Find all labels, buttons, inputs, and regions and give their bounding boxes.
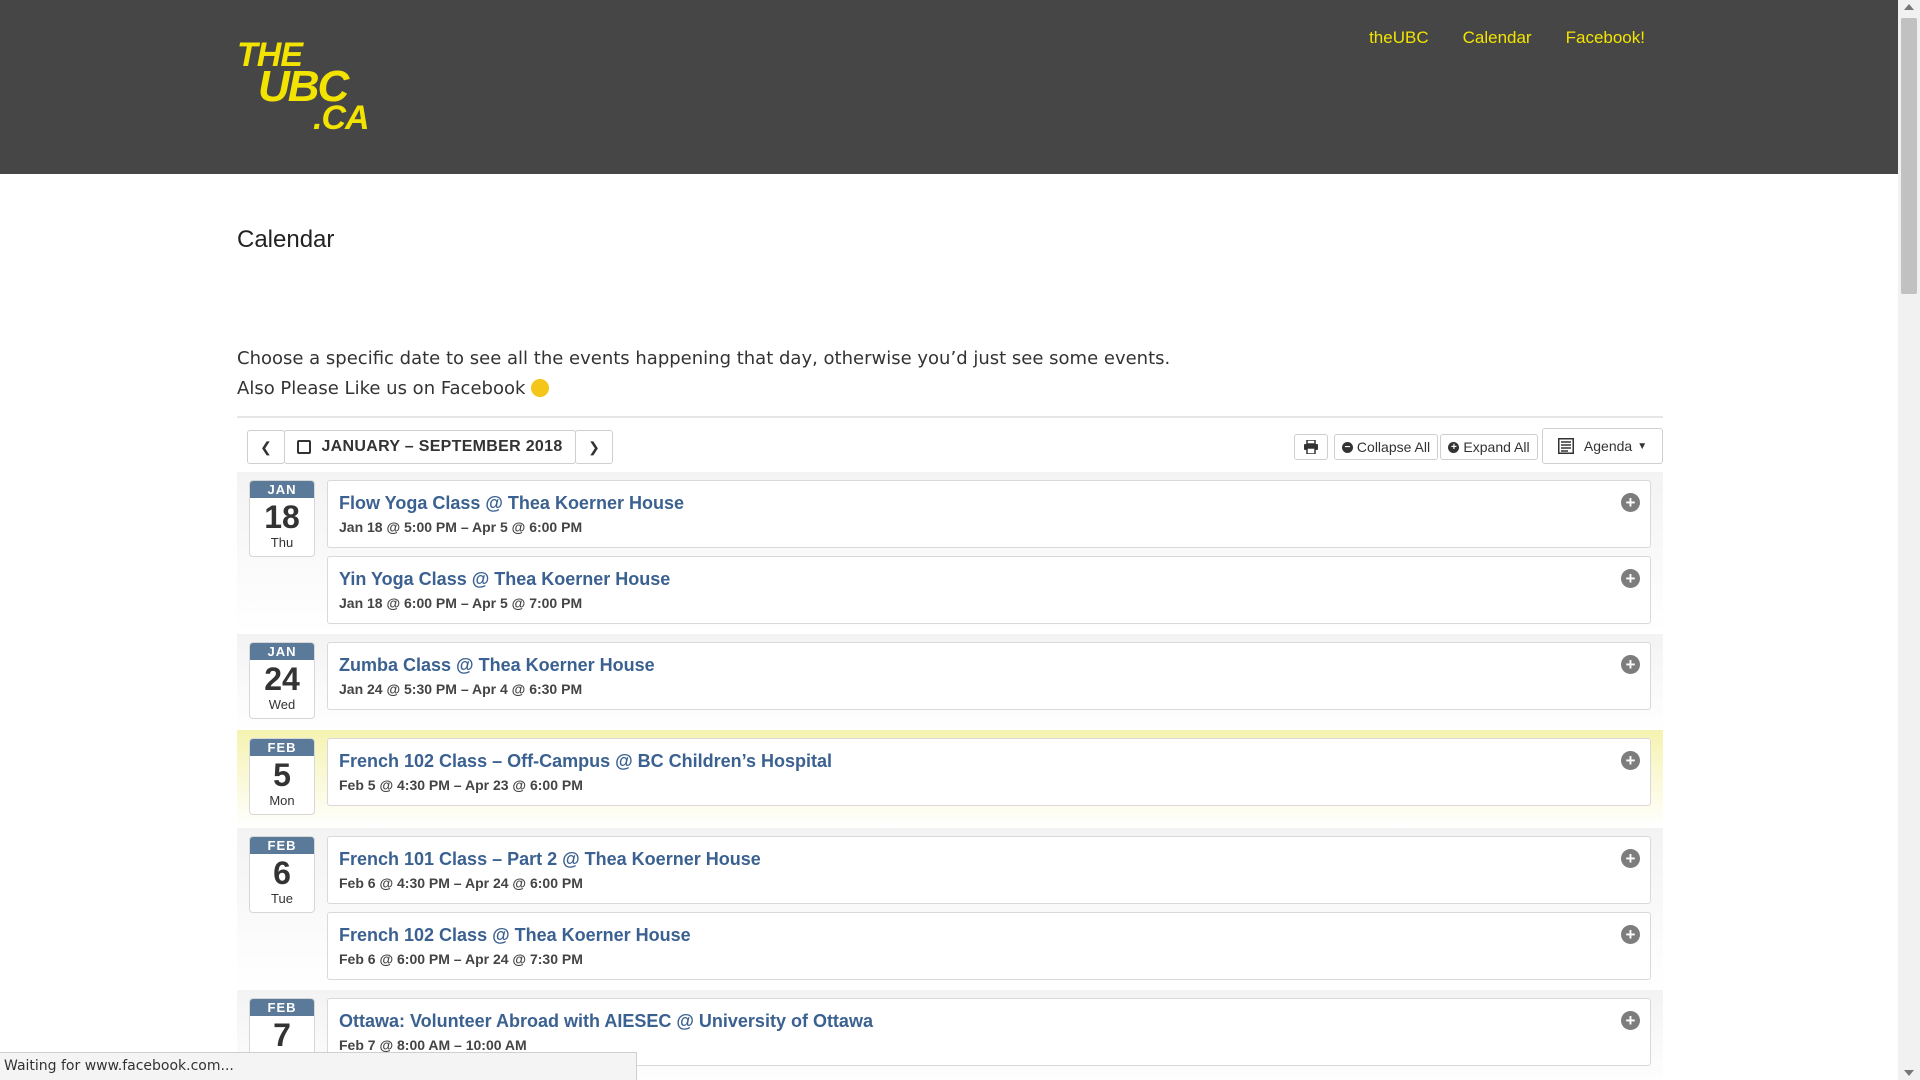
- event-card: Yin Yoga Class @ Thea Koerner House Jan …: [327, 556, 1651, 624]
- date-badge: FEB 5 Mon: [249, 738, 315, 815]
- date-badge-day: 18: [264, 499, 300, 535]
- expand-all-button[interactable]: + Expand All: [1440, 434, 1538, 460]
- date-badge-weekday: Mon: [269, 793, 295, 808]
- date-badge-month: JAN: [250, 481, 314, 498]
- plus-circle-icon: +: [1448, 441, 1460, 453]
- date-range-label: JANUARY – SEPTEMBER 2018: [321, 438, 563, 455]
- event-time: Jan 18 @ 5:00 PM – Apr 5 @ 6:00 PM: [339, 519, 583, 535]
- date-badge-day: 6: [273, 855, 291, 891]
- chevron-right-icon: ❯: [588, 438, 600, 455]
- scrollbar-thumb[interactable]: [1901, 18, 1917, 294]
- expand-event-icon[interactable]: +: [1621, 849, 1640, 868]
- intro-line-2: Also Please Like us on Facebook: [237, 374, 1170, 404]
- date-badge-weekday: Wed: [268, 697, 296, 712]
- date-badge: JAN 24 Wed: [249, 642, 315, 719]
- event-card: Zumba Class @ Thea Koerner House Jan 24 …: [327, 642, 1651, 710]
- collapse-all-button[interactable]: − Collapse All: [1334, 434, 1438, 460]
- expand-event-icon[interactable]: +: [1621, 1011, 1640, 1030]
- intro-line-2-text: Also Please Like us on Facebook: [237, 378, 526, 399]
- event-card: French 102 Class – Off-Campus @ BC Child…: [327, 738, 1651, 806]
- intro-line-1: Choose a specific date to see all the ev…: [237, 348, 1171, 369]
- event-card: Flow Yoga Class @ Thea Koerner House Jan…: [327, 480, 1651, 548]
- minus-circle-icon: −: [1341, 441, 1353, 453]
- main-nav: theUBC Calendar Facebook!: [1369, 28, 1645, 48]
- date-badge-month: FEB: [250, 739, 314, 756]
- date-badge-month: JAN: [250, 643, 314, 660]
- date-badge-weekday: Tue: [271, 891, 293, 906]
- event-title-link[interactable]: French 101 Class – Part 2 @ Thea Koerner…: [339, 849, 761, 870]
- view-select-label: Agenda: [1583, 438, 1633, 454]
- expand-all-label: Expand All: [1463, 439, 1530, 455]
- next-range-button[interactable]: ❯: [575, 430, 613, 464]
- event-title-link[interactable]: French 102 Class @ Thea Koerner House: [339, 925, 691, 946]
- event-time: Feb 7 @ 8:00 AM – 10:00 AM: [339, 1037, 527, 1053]
- collapse-all-label: Collapse All: [1356, 439, 1431, 455]
- prev-range-button[interactable]: ❮: [247, 430, 285, 464]
- expand-event-icon[interactable]: +: [1621, 925, 1640, 944]
- agenda-day: JAN 24 Wed Zumba Class @ Thea Koerner Ho…: [237, 634, 1663, 730]
- event-title-link[interactable]: Yin Yoga Class @ Thea Koerner House: [339, 569, 670, 590]
- date-badge: FEB 6 Tue: [249, 836, 315, 913]
- scroll-down-arrow-icon[interactable]: [1904, 1070, 1914, 1076]
- printer-icon: [1304, 440, 1318, 454]
- date-range-button[interactable]: JANUARY – SEPTEMBER 2018: [284, 430, 576, 464]
- date-badge-month: FEB: [250, 837, 314, 854]
- date-badge-day: 7: [273, 1017, 291, 1053]
- caret-down-icon: ▼: [1637, 440, 1648, 452]
- print-button[interactable]: [1294, 434, 1328, 460]
- event-card: French 101 Class – Part 2 @ Thea Koerner…: [327, 836, 1651, 904]
- chevron-left-icon: ❮: [260, 438, 272, 455]
- page: THE UBC .CA theUBC Calendar Facebook! Ca…: [0, 0, 1898, 1080]
- site-logo[interactable]: THE UBC .CA: [237, 38, 370, 138]
- calendar-icon: [297, 440, 312, 454]
- logo-line-ca: .CA: [313, 99, 370, 137]
- event-title-link[interactable]: Zumba Class @ Thea Koerner House: [339, 655, 655, 676]
- date-badge-day: 24: [264, 661, 300, 697]
- expand-event-icon[interactable]: +: [1621, 569, 1640, 588]
- nav-link-calendar[interactable]: Calendar: [1463, 28, 1532, 48]
- nav-link-facebook[interactable]: Facebook!: [1566, 28, 1645, 48]
- date-badge-day: 5: [273, 757, 291, 793]
- vertical-scrollbar[interactable]: [1898, 0, 1920, 1080]
- agenda-day-today: FEB 5 Mon French 102 Class – Off-Campus …: [237, 730, 1663, 828]
- expand-event-icon[interactable]: +: [1621, 655, 1640, 674]
- agenda-day: FEB 6 Tue French 101 Class – Part 2 @ Th…: [237, 828, 1663, 990]
- event-title-link[interactable]: Flow Yoga Class @ Thea Koerner House: [339, 493, 684, 514]
- event-time: Feb 6 @ 4:30 PM – Apr 24 @ 6:00 PM: [339, 875, 583, 891]
- expand-event-icon[interactable]: +: [1621, 493, 1640, 512]
- event-time: Jan 24 @ 5:30 PM – Apr 4 @ 6:30 PM: [339, 681, 583, 697]
- agenda-day: JAN 18 Thu Flow Yoga Class @ Thea Koerne…: [237, 472, 1663, 634]
- event-time: Feb 6 @ 6:00 PM – Apr 24 @ 7:30 PM: [339, 951, 583, 967]
- browser-status-bar: Waiting for www.facebook.com...: [0, 1052, 637, 1080]
- intro-text: Choose a specific date to see all the ev…: [237, 344, 1170, 404]
- nav-link-theubc[interactable]: theUBC: [1369, 28, 1429, 48]
- expand-event-icon[interactable]: +: [1621, 751, 1640, 770]
- event-time: Feb 5 @ 4:30 PM – Apr 23 @ 6:00 PM: [339, 777, 583, 793]
- scroll-up-arrow-icon[interactable]: [1904, 4, 1914, 10]
- date-badge-weekday: Thu: [270, 535, 294, 550]
- calendar-toolbar: ❮ JANUARY – SEPTEMBER 2018 ❯ − Collapse …: [237, 416, 1663, 474]
- event-title-link[interactable]: French 102 Class – Off-Campus @ BC Child…: [339, 751, 832, 772]
- event-time: Jan 18 @ 6:00 PM – Apr 5 @ 7:00 PM: [339, 595, 583, 611]
- date-badge: FEB 7: [249, 998, 315, 1058]
- agenda-list-icon: [1557, 438, 1574, 454]
- page-title: Calendar: [237, 226, 335, 253]
- date-badge-month: FEB: [250, 999, 314, 1016]
- event-card: French 102 Class @ Thea Koerner House Fe…: [327, 912, 1651, 980]
- event-title-link[interactable]: Ottawa: Volunteer Abroad with AIESEC @ U…: [339, 1011, 873, 1032]
- date-badge: JAN 18 Thu: [249, 480, 315, 557]
- site-header: THE UBC .CA theUBC Calendar Facebook!: [0, 0, 1898, 174]
- view-select-button[interactable]: Agenda ▼: [1542, 428, 1663, 464]
- wink-emoji-icon: [531, 379, 550, 397]
